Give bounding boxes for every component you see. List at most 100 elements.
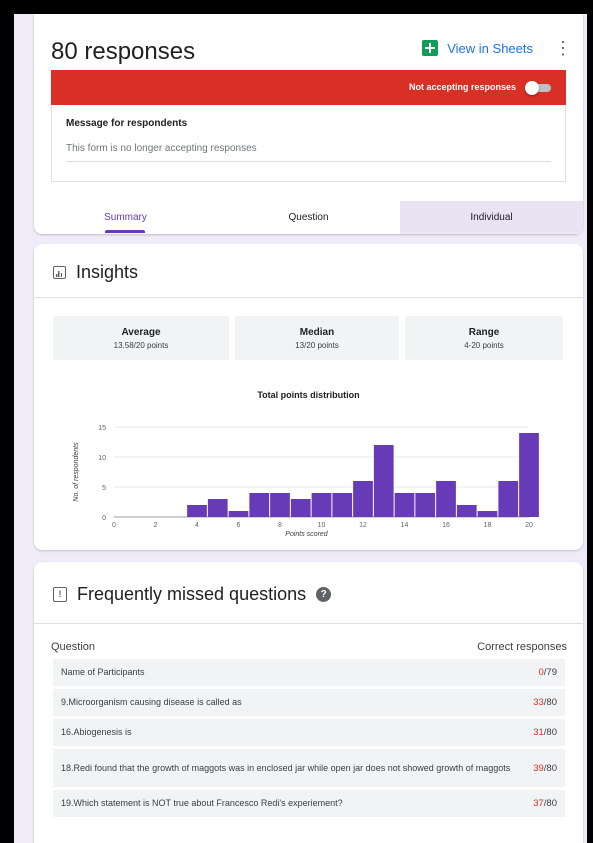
- x-tick-label: 2: [154, 522, 158, 529]
- total-count: /80: [543, 762, 557, 774]
- responses-page: 80 responses View in Sheets ⋮ Not accept…: [14, 14, 587, 843]
- bar: [311, 493, 332, 517]
- missed-divider: [34, 623, 583, 624]
- total-count: /80: [543, 727, 557, 738]
- stat-median-value: 13/20 points: [295, 341, 339, 350]
- stat-range-title: Range: [468, 327, 500, 338]
- x-tick-label: 6: [237, 522, 241, 529]
- missed-question-row[interactable]: 19.Which statement is NOT true about Fra…: [53, 790, 565, 817]
- correct-count: 31: [533, 727, 544, 738]
- missed-questions-title: Frequently missed questions: [77, 584, 307, 604]
- missed-questions-list: Name of Participants 0/79 9.Microorganism …: [53, 659, 565, 820]
- total-count: /80: [543, 697, 557, 708]
- x-tick-label: 10: [318, 522, 326, 529]
- active-tab-indicator: [105, 230, 145, 233]
- message-input-underline: [66, 161, 551, 162]
- bar: [436, 481, 456, 517]
- correct-score: 31/80: [533, 727, 557, 738]
- bar: [228, 511, 249, 517]
- stat-average-value: 13.58/20 points: [113, 341, 169, 350]
- sheets-icon: [422, 40, 439, 56]
- x-tick-label: 20: [525, 522, 533, 529]
- message-input[interactable]: This form is no longer accepting respons…: [66, 143, 257, 154]
- question-text: 16.Abiogenesis is: [61, 727, 132, 737]
- insights-chart-icon: [53, 266, 66, 279]
- bar: [456, 505, 477, 517]
- not-accepting-label: Not accepting responses: [408, 82, 516, 92]
- correct-score: 37/80: [533, 798, 557, 809]
- insights-divider: [34, 297, 583, 298]
- message-label: Message for respondents: [66, 118, 188, 129]
- col-correct-responses: Correct responses: [477, 641, 567, 653]
- bar: [353, 481, 373, 517]
- view-in-sheets-label: View in Sheets: [447, 40, 533, 56]
- x-tick-label: 18: [484, 522, 492, 529]
- question-text: 19.Which statement is NOT true about Fra…: [61, 798, 343, 808]
- bar: [519, 433, 539, 517]
- missed-question-row[interactable]: 9.Microorganism causing disease is calle…: [53, 689, 565, 716]
- missed-question-row[interactable]: 18.Redi found that the growth of maggots…: [53, 749, 565, 787]
- y-axis-label: No. of respondents: [73, 442, 80, 502]
- total-count: /80: [543, 798, 557, 809]
- bar: [477, 511, 498, 517]
- missed-questions-heading: ! Frequently missed questions ?: [53, 584, 332, 605]
- missed-question-row[interactable]: 16.Abiogenesis is 31/80: [53, 719, 565, 746]
- total-count: /79: [543, 667, 557, 678]
- insights-card: Insights Average 13.58/20 points Median …: [34, 244, 583, 550]
- tab-individual[interactable]: Individual: [400, 201, 583, 234]
- stat-range-value: 4-20 points: [464, 341, 504, 350]
- correct-score: 39/80: [533, 763, 557, 774]
- help-icon[interactable]: ?: [316, 587, 332, 602]
- y-tick-label: 0: [102, 515, 106, 522]
- chart-title: Total points distribution: [257, 390, 360, 400]
- more-vert-icon[interactable]: ⋮: [554, 38, 572, 59]
- accepting-responses-toggle[interactable]: [525, 81, 551, 95]
- tab-question[interactable]: Question: [217, 201, 400, 234]
- stat-average-title: Average: [121, 327, 161, 338]
- missed-question-row[interactable]: Name of Participants 0/79: [53, 659, 565, 686]
- stat-average: Average 13.58/20 points: [53, 316, 229, 360]
- y-tick-label: 15: [98, 425, 106, 432]
- question-text: 18.Redi found that the growth of maggots…: [61, 762, 511, 773]
- alert-icon: !: [53, 587, 67, 602]
- view-in-sheets-button[interactable]: View in Sheets: [422, 40, 533, 56]
- correct-score: 0/79: [538, 667, 557, 678]
- bar: [207, 499, 228, 517]
- col-question: Question: [51, 641, 96, 653]
- responses-count-title: 80 responses: [51, 38, 196, 65]
- stat-range: Range 4-20 points: [405, 316, 563, 360]
- correct-count: 39: [533, 762, 544, 774]
- correct-count: 33: [533, 697, 544, 708]
- correct-score: 33/80: [533, 697, 557, 708]
- insights-title: Insights: [76, 262, 139, 282]
- y-tick-label: 5: [102, 485, 106, 492]
- bar: [415, 493, 436, 517]
- toggle-knob: [525, 81, 539, 95]
- correct-count: 37: [533, 798, 544, 809]
- bar: [270, 493, 290, 517]
- missed-questions-card: ! Frequently missed questions ? Question…: [34, 562, 583, 843]
- points-distribution-chart: 0 5 10 15 0 2 4 6 8 10 12 14 16 18 20 Points scored No. …: [73, 425, 539, 538]
- bar: [187, 505, 207, 517]
- question-text: Name of Participants: [61, 667, 145, 677]
- bar: [394, 493, 415, 517]
- bar: [332, 493, 353, 517]
- response-tabs: Summary Question Individual: [34, 201, 583, 234]
- bar: [373, 445, 394, 517]
- accepting-responses-bar: Not accepting responses: [51, 70, 566, 105]
- missed-table-header: Question Correct responses: [51, 641, 567, 653]
- x-axis-label: Points scored: [285, 531, 329, 538]
- x-tick-label: 14: [401, 522, 409, 529]
- x-tick-label: 8: [278, 522, 282, 529]
- responses-header-card: 80 responses View in Sheets ⋮ Not accept…: [34, 14, 583, 234]
- x-tick-label: 16: [442, 522, 450, 529]
- x-tick-label: 4: [195, 522, 199, 529]
- y-tick-label: 10: [98, 455, 106, 462]
- stat-median: Median 13/20 points: [235, 316, 399, 360]
- x-tick-label: 12: [359, 522, 367, 529]
- question-text: 9.Microorganism causing disease is calle…: [61, 697, 242, 707]
- bar: [249, 493, 270, 517]
- bar: [498, 481, 519, 517]
- insights-heading: Insights: [53, 262, 138, 283]
- bar: [290, 499, 311, 517]
